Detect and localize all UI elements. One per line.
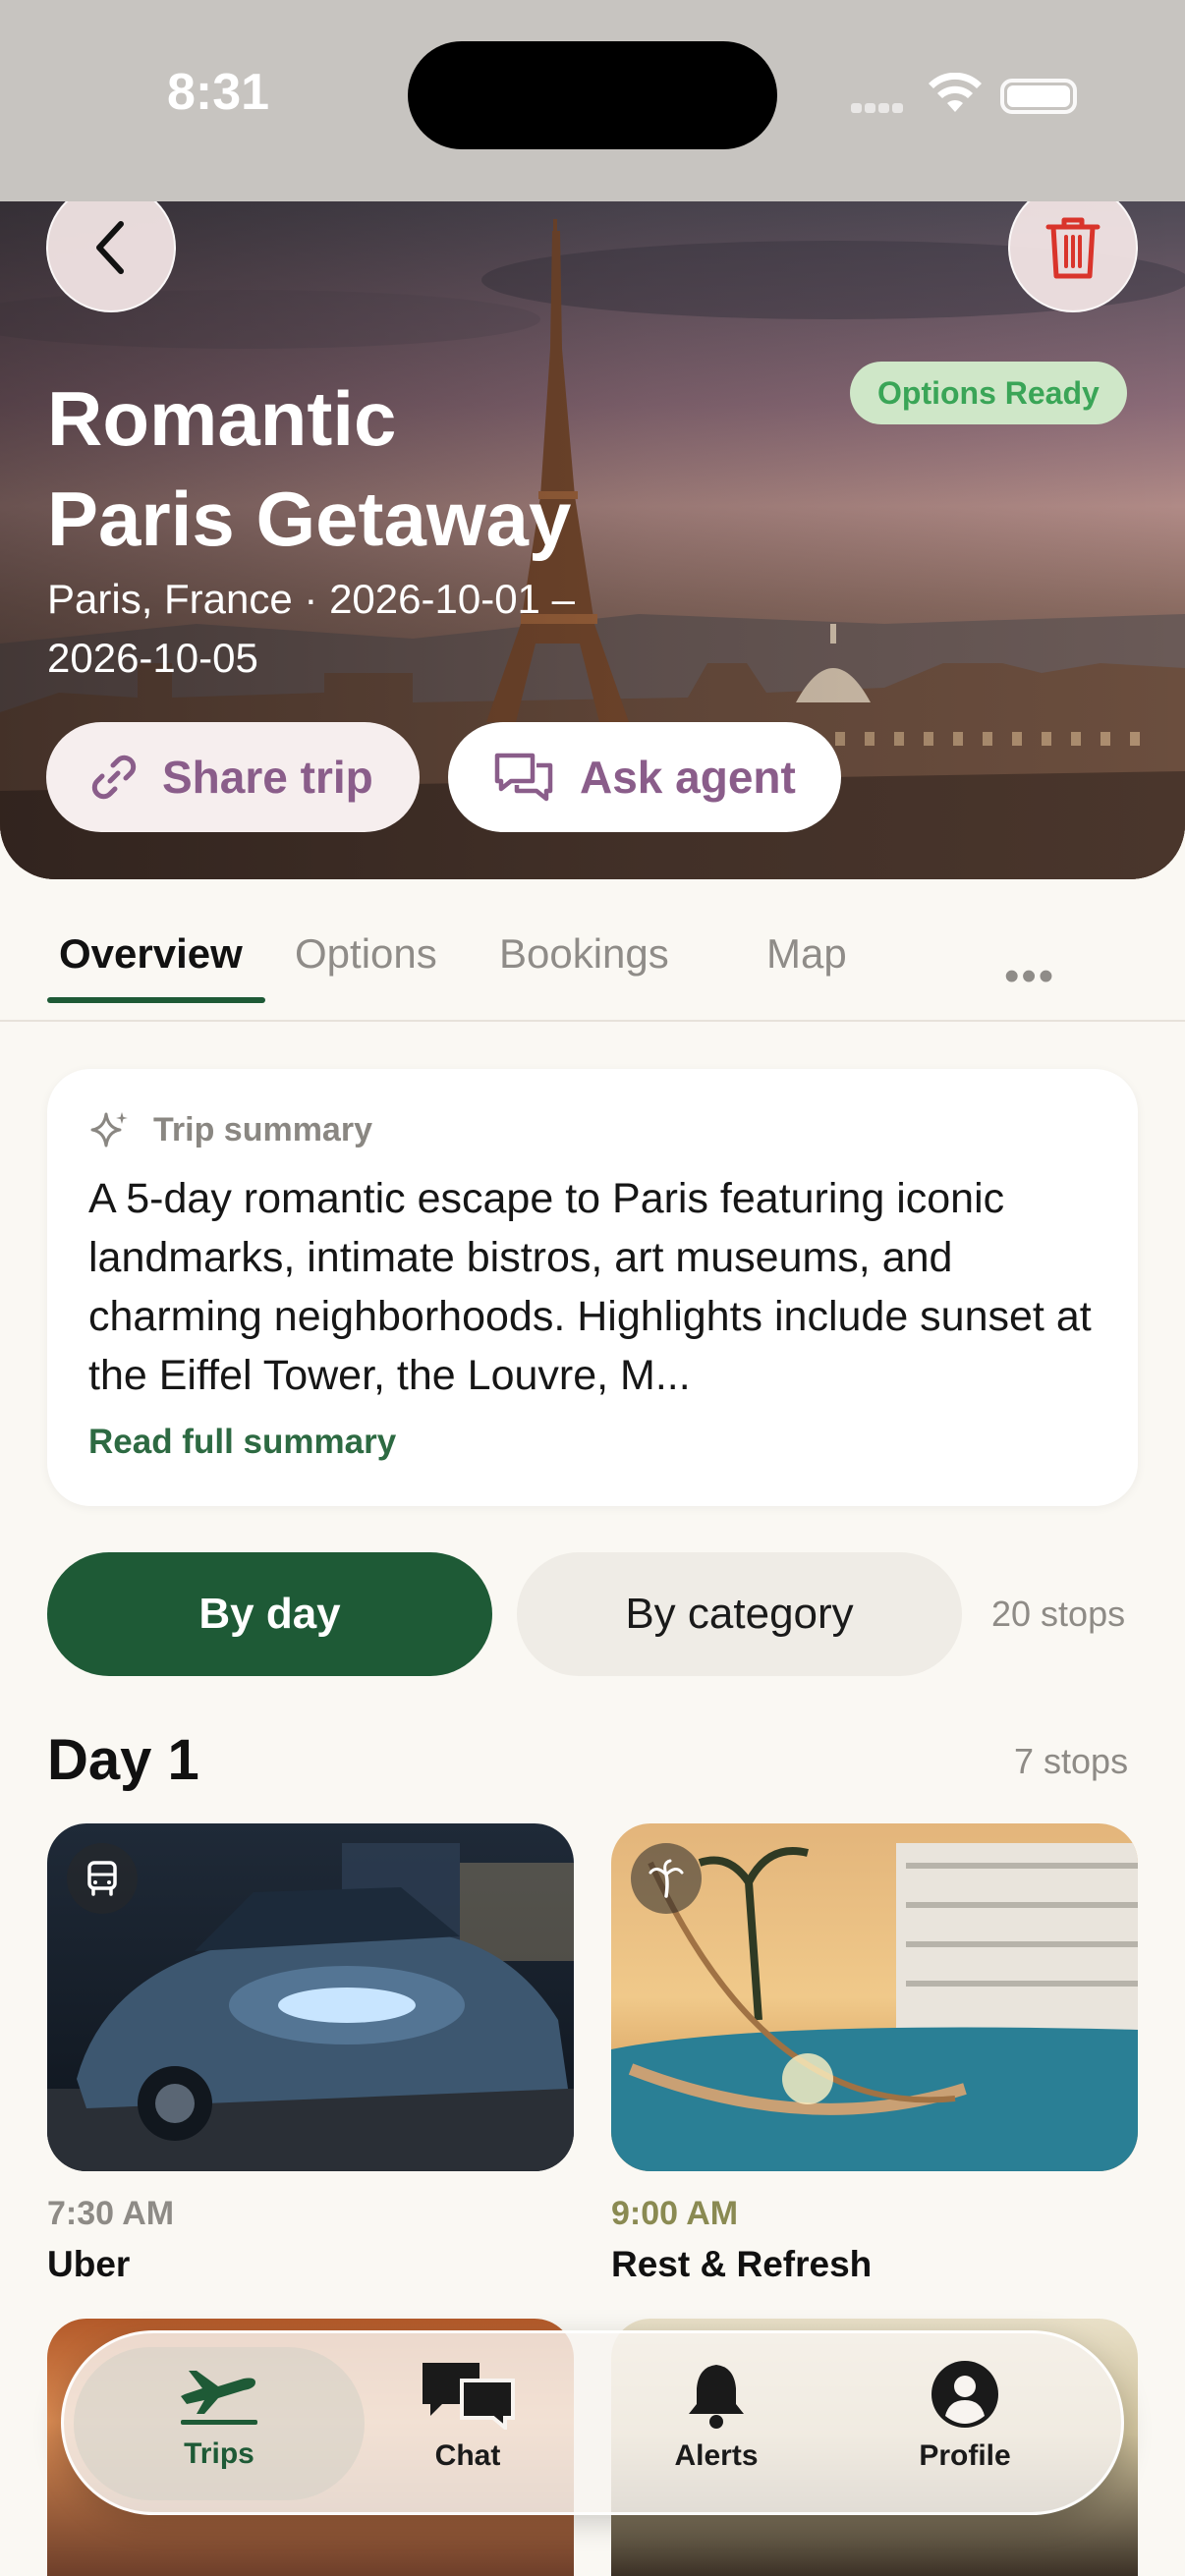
stop-time: 7:30 AM [47,2195,175,2232]
tab-overview[interactable]: Overview [59,930,243,978]
trip-location-dates: Paris, France · 2026-10-01 – [47,576,575,622]
trip-title: Romantic Paris Getaway [47,368,735,569]
day-stops-count: 7 stops [1014,1741,1129,1781]
nav-profile-label: Profile [919,2439,1011,2472]
nav-chat[interactable]: Chat [355,2359,581,2473]
bottom-tab-bar: Trips Chat Alerts Profile [61,2330,1124,2515]
stop-card[interactable]: 9:00 AM Rest & Refresh [611,1823,1138,2284]
airplane-icon [181,2371,257,2425]
total-stops-count: 20 stops [991,1594,1126,1634]
trip-tabs: Overview Options Bookings Map ••• [0,879,1185,1022]
wifi-icon [929,73,982,112]
profile-icon [931,2361,998,2428]
nav-profile[interactable]: Profile [852,2359,1078,2473]
transport-badge [67,1843,138,1914]
stop-card[interactable]: 7:30 AM Uber [47,1823,574,2284]
battery-icon [1000,79,1077,114]
palm-icon [649,1859,684,1898]
trip-title-line2: Paris Getaway [47,476,572,562]
share-trip-button[interactable]: Share trip [46,722,420,832]
group-by-category-button[interactable]: By category [517,1552,962,1676]
stop-time: 9:00 AM [611,2195,739,2232]
cellular-signal-icon [851,100,908,114]
day-heading: Day 1 [47,1728,199,1792]
status-bar: 8:31 [0,0,1185,201]
tab-map[interactable]: Map [766,930,847,978]
stop-image [47,1823,574,2171]
link-icon [91,755,137,800]
sparkle-icon [90,1112,128,1148]
bell-icon [689,2365,744,2429]
active-tab-indicator [47,997,265,1003]
stop-image [611,1823,1138,2171]
nav-alerts-label: Alerts [674,2439,759,2472]
group-by-day-button[interactable]: By day [47,1552,492,1676]
nav-trips-label: Trips [184,2437,254,2470]
ask-agent-label: Ask agent [580,752,796,803]
ask-agent-button[interactable]: Ask agent [448,722,841,832]
summary-heading-label: Trip summary [153,1110,372,1148]
trip-hero: Options Ready Romantic Paris Getaway Par… [0,201,1185,879]
leisure-badge [631,1843,702,1914]
read-full-summary-link[interactable]: Read full summary [88,1423,396,1462]
trip-summary-card: Trip summary A 5-day romantic escape to … [47,1069,1138,1506]
stop-title: Rest & Refresh [611,2244,873,2284]
chevron-left-icon [96,221,124,274]
nav-trips[interactable]: Trips [106,2359,332,2471]
summary-heading: Trip summary [90,1110,372,1149]
bus-icon [87,1861,117,1896]
stop-title: Uber [47,2244,131,2284]
trip-subtitle: Paris, France · 2026-10-01 – 2026-10-05 [47,570,676,688]
chat-icon [423,2363,515,2430]
tab-options[interactable]: Options [295,930,437,978]
tab-bookings[interactable]: Bookings [499,930,669,978]
share-trip-label: Share trip [162,752,373,803]
status-badge: Options Ready [850,362,1127,424]
trip-end-date: 2026-10-05 [47,635,258,681]
summary-text: A 5-day romantic escape to Paris featuri… [88,1175,1092,1399]
status-time: 8:31 [167,64,270,121]
trip-title-line1: Romantic [47,375,397,462]
nav-alerts[interactable]: Alerts [603,2359,829,2473]
nav-chat-label: Chat [434,2439,501,2472]
more-tabs-button[interactable]: ••• [1004,952,1055,1001]
trash-icon [1045,217,1100,279]
dynamic-island [408,41,777,149]
chat-bubbles-icon [494,753,553,802]
